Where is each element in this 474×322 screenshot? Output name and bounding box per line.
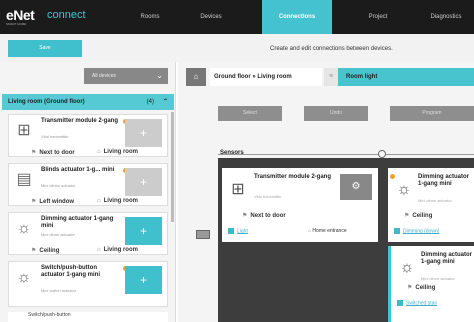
light-bulb-icon: ☼	[16, 269, 32, 286]
add-device-button[interactable]: +	[125, 119, 162, 147]
channel-square-icon	[397, 300, 403, 306]
tab-rooms[interactable]: Rooms	[120, 0, 180, 34]
device-subtitle: Mini switch actuator	[41, 288, 77, 293]
list-item-partial: Switch/push-button	[8, 312, 168, 322]
sensors-label: Sensors	[220, 150, 244, 156]
scrollbar[interactable]	[171, 112, 174, 222]
device-title: Blinds actuator 1-g... mini	[41, 167, 115, 173]
tab-devices[interactable]: Devices	[180, 0, 242, 34]
device-card[interactable]: ☼ Switch/push-button actuator 1-gang min…	[8, 261, 168, 307]
add-device-button[interactable]: +	[125, 217, 162, 245]
location-icon: ⚑	[407, 285, 413, 291]
actuator-device-card[interactable]: ☼ Dimming actuator 1-gang mini Mini dimm…	[388, 168, 474, 242]
transmitter-icon: ⊞	[17, 122, 31, 139]
device-card[interactable]: ▤ Blinds actuator 1-g... mini Mini blind…	[8, 163, 168, 206]
connection-handle[interactable]	[378, 150, 386, 158]
connection-line	[218, 154, 474, 155]
blinds-icon: ▤	[16, 171, 32, 188]
undo-button[interactable]: Undo	[304, 106, 368, 121]
tab-project[interactable]: Project	[350, 0, 406, 34]
chevron-down-icon: ⌄	[156, 71, 163, 80]
device-title: Dimming actuator 1-gang mini	[421, 252, 473, 265]
device-title: Transmitter module 2-gang	[254, 174, 332, 180]
settings-button[interactable]: ⚙	[340, 174, 372, 200]
device-title: Dimming actuator 1-gang mini	[418, 174, 470, 187]
app-logo: eNet	[6, 7, 35, 23]
breadcrumb-separator-icon: ≡	[324, 68, 338, 86]
breadcrumb-current: Room light	[338, 68, 474, 86]
location-icon: ⚑	[31, 150, 37, 156]
home-icon[interactable]: ⌂	[186, 68, 206, 86]
device-location: ⚑ Next to door	[31, 150, 75, 156]
device-title: Dimming actuator 1-gang mini	[41, 216, 114, 229]
select-button[interactable]: Select	[218, 106, 282, 121]
status-dot	[390, 174, 395, 179]
device-room: ⌂ Living room	[97, 247, 138, 253]
chevron-up-icon[interactable]: ⌃	[163, 94, 168, 110]
light-bulb-icon: ☼	[396, 181, 412, 198]
add-device-button[interactable]: +	[125, 266, 162, 294]
filter-label: All devices	[92, 73, 116, 79]
page-description: Create and edit connections between devi…	[270, 46, 393, 52]
device-title: Switch/push-button actuator 1-gang mini	[41, 265, 101, 278]
device-subtitle: Mini dimm actuator	[41, 232, 75, 237]
actuator-device-card[interactable]: ☼ Dimming actuator 1-gang mini Mini dimm…	[388, 246, 474, 322]
channel-footer[interactable]: Switched stair	[397, 300, 437, 306]
room-group-count: (4)	[146, 99, 154, 105]
program-button[interactable]: Program	[390, 106, 474, 121]
location-icon: ⚑	[31, 199, 37, 205]
room-group-title: Living room (Ground floor)	[8, 99, 85, 105]
device-location: ⚑ Next to door	[242, 213, 286, 219]
channel-square-icon	[228, 228, 234, 234]
room-icon: ⌂	[97, 198, 101, 204]
channel-footer[interactable]: Light	[228, 228, 248, 234]
breadcrumb: Ground floor » Living room	[210, 68, 322, 86]
connector-tag-icon[interactable]	[196, 230, 210, 239]
device-title: Transmitter module 2-gang	[41, 118, 119, 124]
room-group-header[interactable]: Living room (Ground floor) (4) ⌃	[2, 94, 174, 110]
device-location: ⚑ Ceiling	[31, 248, 60, 254]
tab-connections[interactable]: Connections	[262, 0, 332, 34]
transmitter-icon: ⊞	[231, 181, 245, 198]
channel-target: ⌂ Home entrance	[308, 228, 347, 234]
logo-connect: connect	[47, 9, 86, 21]
save-button[interactable]: Save	[8, 40, 82, 57]
room-icon: ⌂	[97, 247, 101, 253]
device-subtitle: Vital transmitter	[41, 134, 69, 139]
device-room: ⌂ Living room	[97, 149, 138, 155]
device-room: ⌂ Living room	[97, 198, 138, 204]
device-location: ⚑ Left window	[31, 199, 75, 205]
add-device-button[interactable]: +	[125, 168, 162, 196]
room-icon: ⌂	[97, 149, 101, 155]
location-icon: ⚑	[31, 248, 37, 254]
device-subtitle: Mini blinds actuator	[41, 183, 76, 188]
device-location: ⚑ Ceiling	[404, 213, 433, 219]
top-bar: eNet SMART HOME connect Rooms Devices Co…	[0, 0, 474, 34]
light-bulb-icon: ☼	[16, 220, 32, 237]
location-icon: ⚑	[404, 213, 410, 219]
device-filter-select[interactable]: All devices ⌄	[84, 68, 168, 84]
device-card[interactable]: ☼ Dimming actuator 1-gang mini Mini dimm…	[8, 212, 168, 255]
device-subtitle: Vital transmitter	[254, 194, 282, 199]
device-subtitle: Mini dimm actuator	[421, 276, 455, 281]
channel-square-icon	[394, 228, 400, 234]
device-card[interactable]: ⊞ Transmitter module 2-gang Vital transm…	[8, 114, 168, 157]
logo-subtitle: SMART HOME	[6, 22, 27, 26]
device-location: ⚑ Ceiling	[407, 285, 436, 291]
channel-footer[interactable]: Dimming (down)	[394, 228, 439, 234]
sensor-device-card[interactable]: ⊞ Transmitter module 2-gang Vital transm…	[222, 168, 378, 242]
light-bulb-icon: ☼	[399, 259, 415, 276]
tab-diagnostics[interactable]: Diagnostics	[418, 0, 474, 34]
device-subtitle: Mini dimm actuator	[418, 198, 452, 203]
location-icon: ⚑	[242, 213, 248, 219]
